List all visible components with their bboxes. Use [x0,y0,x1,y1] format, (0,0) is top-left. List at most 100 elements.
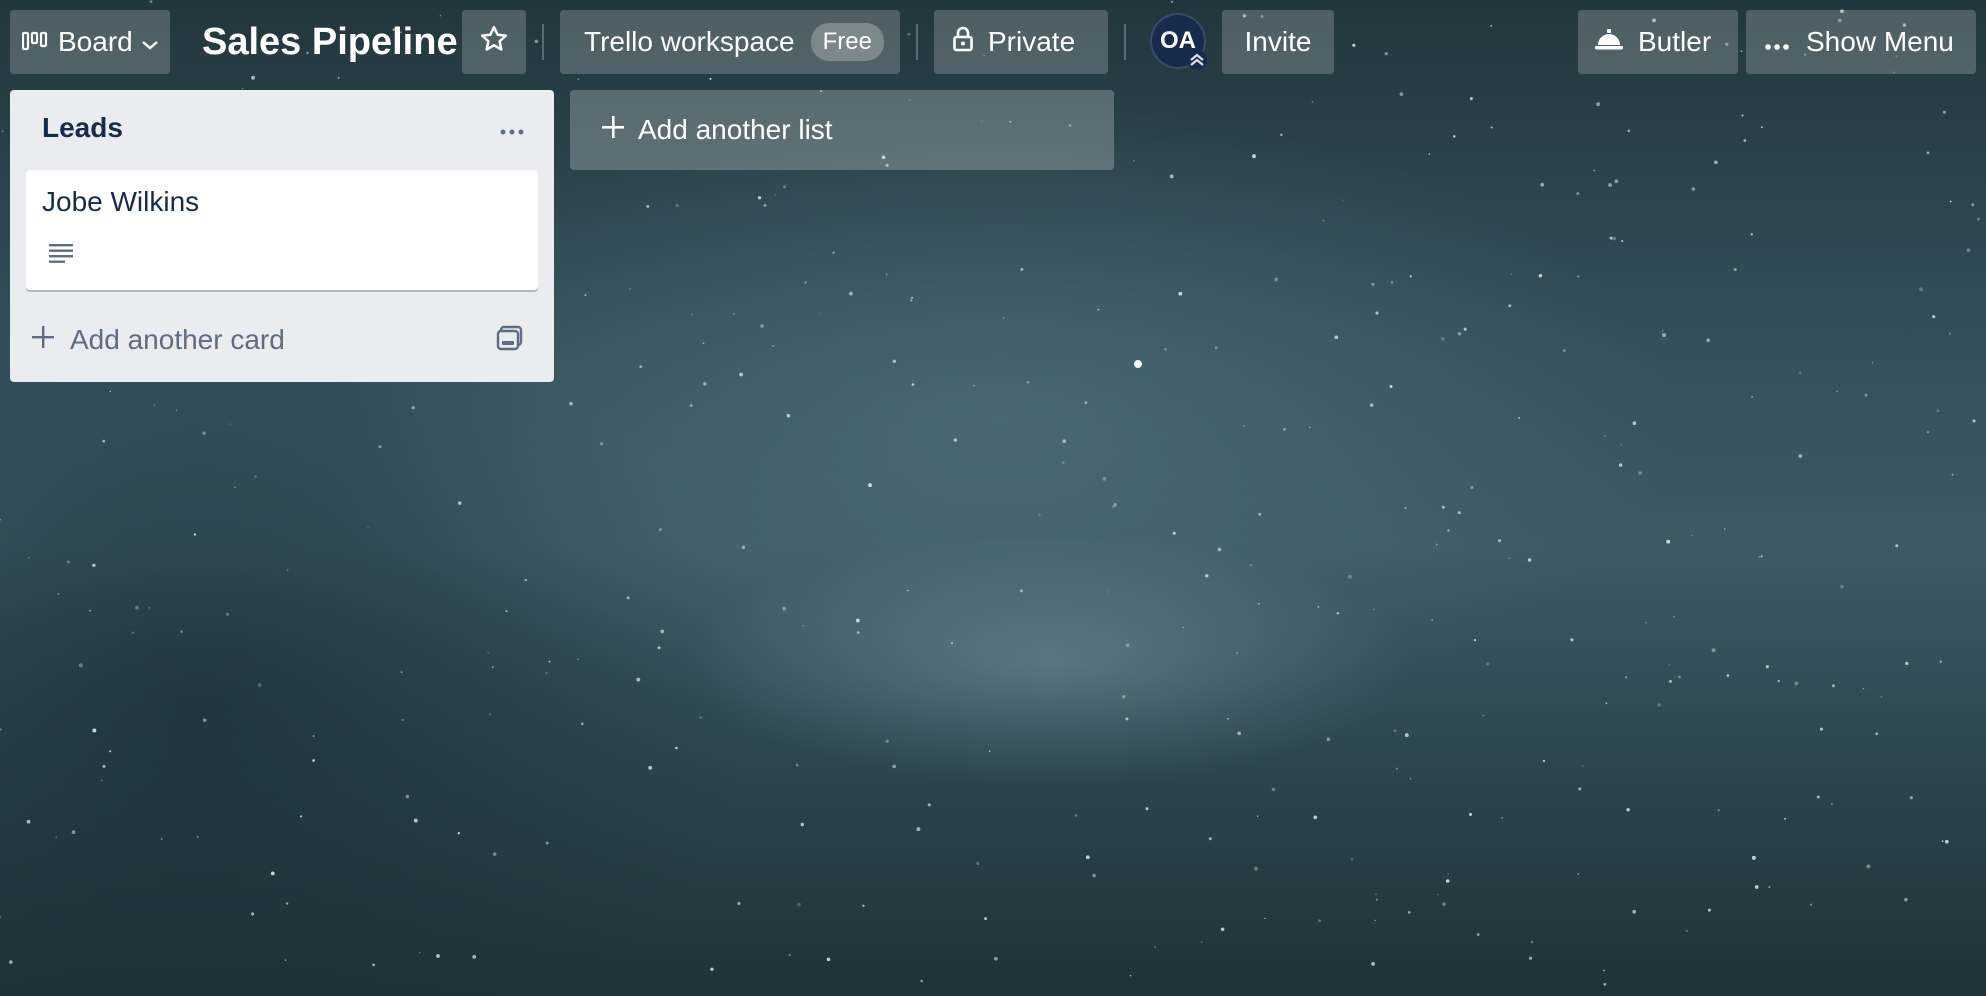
star-dot [1200,941,1203,943]
star-dot [1593,169,1595,172]
bright-star [1134,360,1142,368]
star-dot [1375,893,1377,896]
star-dot [737,902,741,905]
star-dot [581,722,584,726]
board-title[interactable]: Sales Pipeline [202,14,458,70]
star-board-button[interactable] [462,10,526,74]
star-dot [1714,160,1718,165]
plus-icon [600,114,626,147]
star-dot [826,957,831,962]
star-dot [548,660,551,663]
star-dot [1723,528,1726,530]
star-dot [907,589,909,592]
star-dot [1061,461,1065,464]
star-dot [757,196,762,200]
star-dot [1577,873,1580,875]
star-dot [251,912,255,916]
star-dot [1375,311,1379,315]
star-dot [657,646,661,650]
star-dot [78,663,83,668]
star-dot [492,852,497,856]
star-dot [284,959,287,961]
star-dot [1784,817,1787,820]
star-dot [1918,287,1923,292]
star-dot [782,606,786,611]
invite-button[interactable]: Invite [1222,10,1334,74]
add-list-button[interactable]: Add another list [570,90,1114,170]
card-item[interactable]: Jobe Wilkins [26,170,538,290]
star-dot [1334,335,1339,340]
visibility-button[interactable]: Private [934,10,1108,74]
star-dot [1760,555,1763,558]
list-actions-button[interactable] [492,114,532,150]
list-title[interactable]: Leads [42,112,123,144]
create-from-template-button[interactable] [492,322,528,358]
star-dot [1407,911,1411,914]
star-dot [976,861,980,866]
star-dot [660,629,665,634]
star-dot [0,916,2,919]
star-dot [413,818,418,823]
view-switcher-label: Board [58,26,133,57]
star-dot [909,299,913,302]
star-dot [856,631,860,634]
member-avatar[interactable]: OA [1150,13,1207,70]
star-dot [1280,133,1283,137]
star-dot [916,827,921,832]
star-dot [1182,626,1185,629]
header-divider [1124,24,1126,60]
star-dot [994,956,998,961]
star-dot [1895,544,1899,548]
star-dot [1966,248,1971,252]
star-dot [1178,291,1183,296]
star-dot [1717,809,1720,812]
add-card-button[interactable]: Add another card [30,316,450,364]
butler-button[interactable]: Butler [1578,10,1738,74]
view-switcher-button[interactable]: Board [10,10,170,74]
star-dot [1604,435,1606,437]
star-dot [1691,187,1695,191]
star-dot [1540,183,1544,187]
star-dot [1482,714,1485,717]
star-dot [108,750,112,753]
star-dot [1217,547,1222,552]
board-header: Board Sales Pipeline Trello workspace Fr… [0,0,1986,84]
header-divider [916,24,918,60]
star-dot [1389,385,1393,388]
star-dot [193,533,197,536]
star-dot [1518,416,1521,419]
star-dot [1129,975,1132,977]
star-dot [1765,665,1769,669]
star-dot [1445,879,1450,883]
star-dot [771,344,775,348]
star-dot [1227,717,1229,720]
star-dot [1145,807,1149,811]
star-dot [1657,703,1661,707]
star-dot [787,414,789,416]
star-dot [472,955,477,959]
star-dot [1612,236,1617,241]
star-dot [57,592,60,595]
star-dot [1685,929,1688,933]
star-dot [1309,426,1311,429]
star-dot [225,612,230,616]
workspace-button[interactable]: Trello workspace Free [560,10,900,74]
header-divider [542,24,544,60]
star-dot [1172,531,1176,535]
star-dot [26,819,31,824]
star-dot [0,519,1,521]
card-title: Jobe Wilkins [42,186,200,217]
star-dot [1691,535,1693,537]
star-dot [648,765,653,770]
star-dot [1620,443,1623,446]
star-dot [1678,675,1681,679]
star-dot [1743,139,1747,142]
star-dot [911,296,913,299]
show-menu-button[interactable]: Show Menu [1746,10,1976,74]
star-dot [1726,674,1730,677]
star-dot [760,324,764,328]
board-icon [21,26,48,58]
star-dot [1577,275,1580,278]
star-dot [109,390,111,393]
star-dot [1498,539,1502,543]
